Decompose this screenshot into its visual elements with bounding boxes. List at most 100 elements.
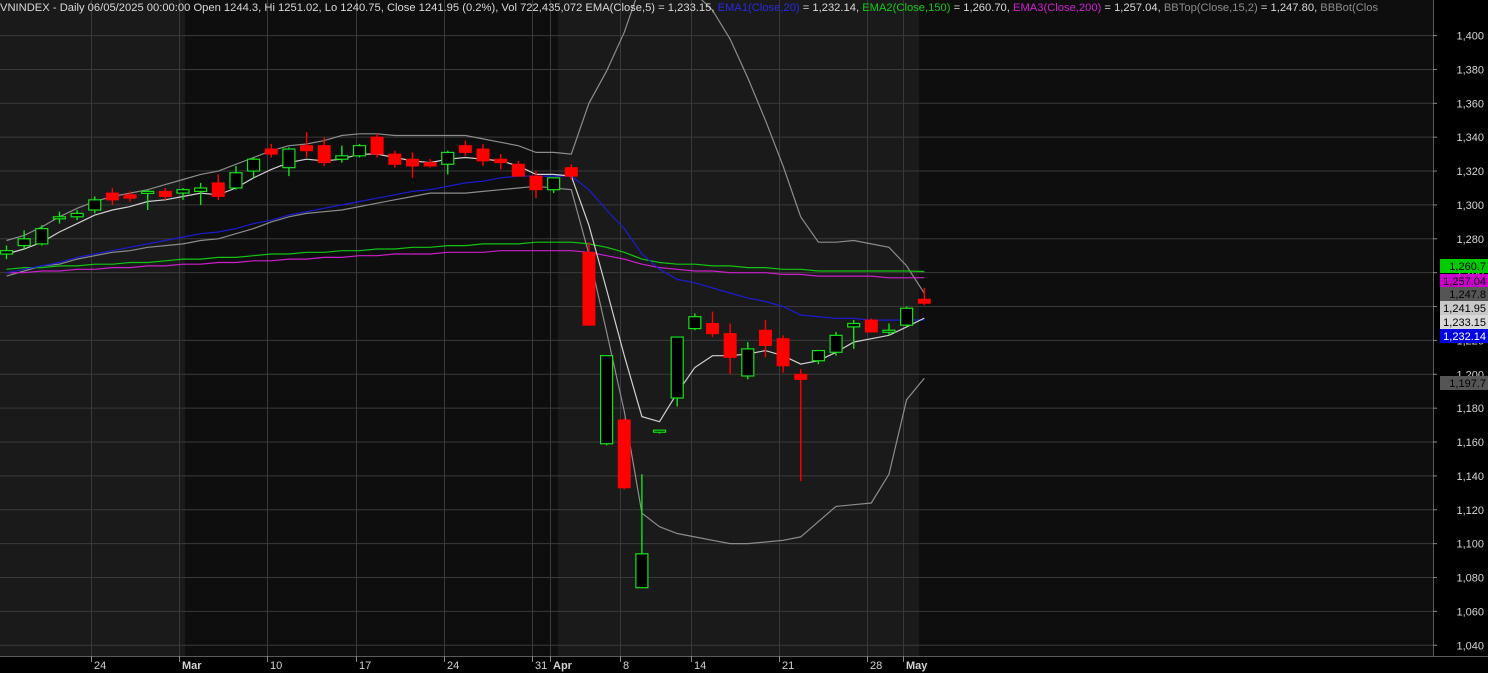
datetime-label: 06/05/2025 00:00:00	[87, 2, 191, 14]
candle-body-down	[917, 298, 931, 304]
candle[interactable]	[617, 418, 631, 490]
candle-body-up	[741, 348, 755, 377]
candle-body-up	[335, 155, 349, 160]
price-tag: 1,232.14	[1440, 329, 1488, 343]
candle-body-up	[141, 190, 155, 194]
time-tick-label: 31	[535, 660, 547, 672]
change-value: (0.2%)	[462, 2, 496, 14]
candle[interactable]	[352, 143, 367, 158]
month-band	[919, 0, 1433, 656]
ema5-value: 1,233.15	[667, 2, 712, 14]
time-tick-label: 8	[623, 660, 629, 672]
time-tick-label: Apr	[553, 660, 573, 672]
price-tick-label: 1,340	[1456, 132, 1484, 144]
time-tick-label: 17	[359, 660, 371, 672]
price-tick-label: 1,040	[1456, 640, 1484, 652]
price-tick-label: 1,080	[1456, 573, 1484, 585]
candle-body-up	[229, 172, 243, 189]
bbtop-label: BBTop(Close,15,2)	[1163, 2, 1258, 14]
time-tick-label: 14	[694, 660, 706, 672]
candle-body-up	[352, 145, 367, 157]
close-label: Close	[386, 2, 416, 14]
candle[interactable]	[829, 331, 843, 356]
price-tick-label: 1,100	[1456, 539, 1484, 551]
candle-body-up	[882, 329, 896, 333]
price-tag: 1,257.04	[1440, 274, 1488, 288]
candle-body-up	[829, 334, 843, 353]
candle-body-up	[635, 553, 649, 589]
ema1-value: 1,232.14	[812, 2, 856, 14]
candle-body-up	[670, 336, 684, 399]
ema2-label: EMA2(Close,150)	[862, 2, 951, 14]
price-tag-label: 1,232.14	[1443, 331, 1486, 343]
candle[interactable]	[670, 336, 684, 407]
ema5-label: EMA(Close,5)	[585, 2, 656, 14]
candle-body-down	[864, 319, 878, 333]
candle-body-down	[300, 145, 314, 152]
candle[interactable]	[599, 355, 614, 446]
candle-body-down	[617, 419, 631, 489]
candle-body-up	[247, 158, 261, 172]
time-tick-label: Mar	[182, 660, 202, 672]
price-tag: 1,233.15	[1440, 315, 1488, 329]
candle[interactable]	[900, 306, 914, 327]
candle-body-up	[441, 151, 455, 165]
candle-body-down	[776, 338, 790, 367]
candle-body-up	[847, 322, 861, 328]
candle[interactable]	[864, 318, 878, 333]
candle[interactable]	[582, 242, 596, 326]
price-chart[interactable]: 1,400 1,380 1,360 1,340 1,320 1,300 1,280 1,260…	[0, 0, 1488, 673]
price-tag: 1,260.7	[1440, 259, 1488, 273]
price-tag-label: 1,197.7	[1449, 378, 1486, 390]
candle-body-up	[688, 316, 702, 330]
price-tag-label: 1,247.8	[1449, 289, 1486, 301]
candle-body-down	[706, 322, 719, 335]
close-value: 1241.95	[418, 2, 460, 14]
candle-body-down	[405, 158, 419, 167]
candle-body-down	[494, 158, 508, 164]
candle-body-up	[652, 429, 667, 433]
price-tick-label: 1,320	[1456, 166, 1484, 178]
hi-label: Hi	[264, 2, 275, 14]
time-tick-label: 24	[447, 660, 459, 672]
candle-body-up	[599, 355, 614, 445]
price-tick-label: 1,140	[1456, 471, 1484, 483]
candle-body-down	[723, 333, 737, 358]
candle-body-up	[282, 148, 296, 169]
time-tick-label: 10	[270, 660, 282, 672]
price-tag-label: 1,260.7	[1449, 261, 1486, 273]
price-tag-label: 1,241.95	[1443, 303, 1486, 315]
ema1-label: EMA1(Close,20)	[717, 2, 800, 14]
candle-body-down	[758, 329, 772, 346]
time-tick-label: 21	[782, 660, 794, 672]
candle[interactable]	[35, 225, 49, 246]
candle-body-up	[88, 199, 102, 211]
candle-body-up	[35, 228, 49, 245]
candle-body-up	[811, 349, 826, 362]
candle-body-up	[176, 189, 190, 194]
price-tick-label: 1,160	[1456, 437, 1484, 449]
price-tick-label: 1,060	[1456, 606, 1484, 618]
price-tag: 1,241.95	[1440, 301, 1488, 315]
ema3-value: 1,257.04	[1114, 2, 1158, 14]
candle-body-down	[582, 251, 596, 326]
symbol-label: VNINDEX	[0, 2, 50, 14]
candle-body-down	[511, 163, 525, 177]
time-tick-label: 28	[870, 660, 882, 672]
vol-label: Vol	[501, 2, 517, 14]
candle-body-down	[158, 190, 172, 197]
bbtop-value: 1,247.80	[1270, 2, 1315, 14]
candle-body-up	[547, 177, 561, 191]
candle-body-down	[529, 175, 543, 191]
candle-body-up	[194, 187, 208, 192]
lo-value: 1240.75	[340, 2, 381, 14]
candle-body-down	[388, 153, 402, 165]
price-tag: 1,247.8	[1440, 287, 1488, 301]
ema3-label: EMA3(Close,200)	[1013, 2, 1102, 14]
price-tick-label: 1,120	[1456, 505, 1484, 517]
time-tick-label: 24	[94, 660, 106, 672]
candle-body-down	[123, 194, 137, 199]
candle[interactable]	[370, 133, 384, 158]
open-value: 1244.3	[223, 2, 259, 14]
bbbot-label: BBBot(Clos	[1320, 2, 1379, 14]
